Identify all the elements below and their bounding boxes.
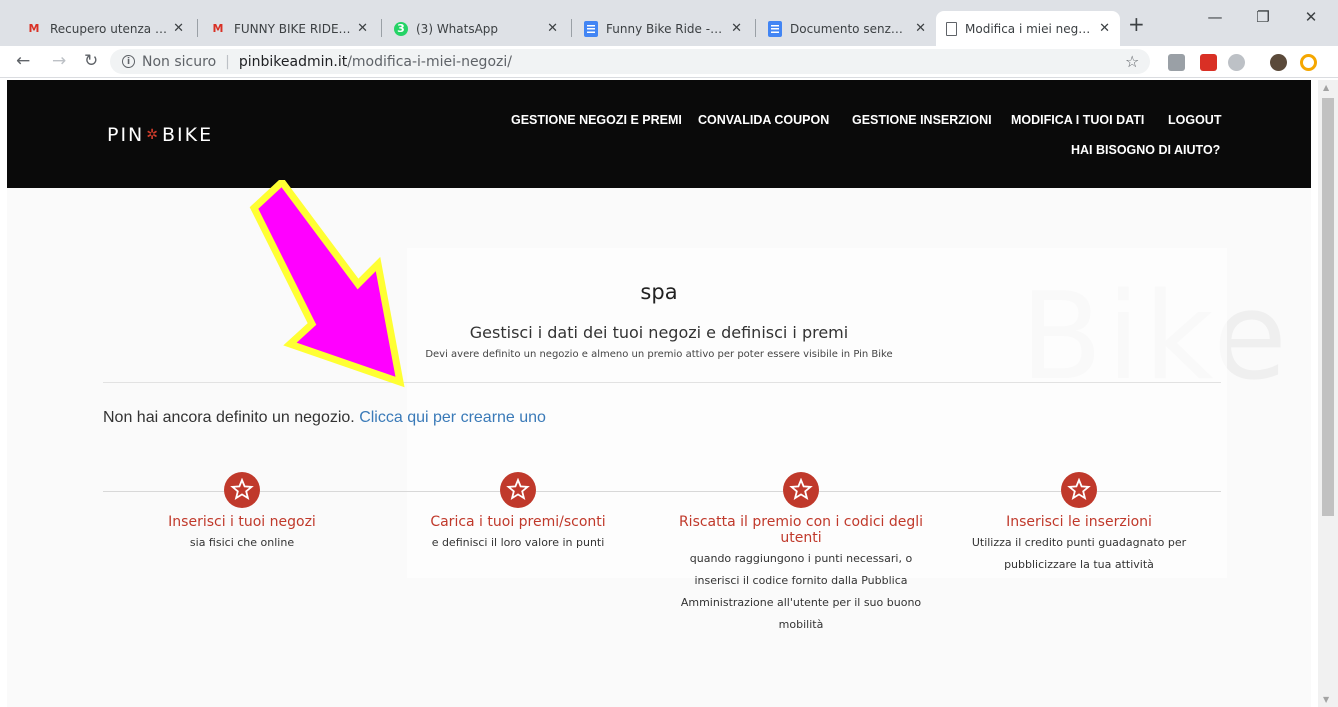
tab-title: (3) WhatsApp xyxy=(416,21,499,36)
tab-separator xyxy=(755,19,756,37)
security-label: Non sicuro xyxy=(142,53,217,70)
page-scrollbar[interactable]: ▲ ▼ xyxy=(1318,80,1338,707)
scroll-thumb[interactable] xyxy=(1322,98,1334,516)
browser-toolbar: ← → ↻ i Non sicuro | pinbikeadmin.it /mo… xyxy=(0,46,1338,78)
message-text: Non hai ancora definito un negozio. xyxy=(103,409,355,426)
nav-gestione-inserzioni[interactable]: GESTIONE INSERZIONI xyxy=(852,113,992,127)
url-host: pinbikeadmin.it xyxy=(238,53,348,70)
star-badge-icon xyxy=(783,472,819,508)
logo-text: PIN xyxy=(107,124,145,146)
window-close-icon[interactable]: ✕ xyxy=(1296,8,1326,26)
step-item: Inserisci le inserzioni Utilizza il cred… xyxy=(939,472,1219,576)
info-icon[interactable]: i xyxy=(122,55,135,68)
nav-gestione-negozi[interactable]: GESTIONE NEGOZI E PREMI xyxy=(511,113,682,127)
pinbike-logo[interactable]: PIN ✲ BIKE xyxy=(107,124,213,146)
star-badge-icon xyxy=(224,472,260,508)
nav-logout[interactable]: LOGOUT xyxy=(1168,113,1221,127)
gmail-icon: M xyxy=(212,22,224,35)
extension-icon[interactable] xyxy=(1300,54,1317,71)
bookmark-star-icon[interactable]: ☆ xyxy=(1125,52,1139,71)
browser-tab[interactable]: 3 (3) WhatsApp ✕ xyxy=(384,11,568,46)
close-tab-icon[interactable]: ✕ xyxy=(915,21,926,36)
gmail-icon: M xyxy=(28,22,40,35)
step-description: sia fisici che online xyxy=(189,536,295,549)
tab-title: Modifica i miei negozi - xyxy=(965,21,1094,36)
tab-title: Recupero utenza e pass xyxy=(50,21,167,36)
close-tab-icon[interactable]: ✕ xyxy=(547,21,558,36)
scroll-up-icon[interactable]: ▲ xyxy=(1323,83,1329,92)
docs-icon xyxy=(584,20,598,37)
main-content: Bike spa Gestisci i dati dei tuoi negozi… xyxy=(7,188,1311,707)
step-item: Riscatta il premio con i codici degli ut… xyxy=(661,472,941,636)
tab-separator xyxy=(381,19,382,37)
page-note: Devi avere definito un negozio e almeno … xyxy=(425,349,893,360)
empty-state-message: Non hai ancora definito un negozio. Clic… xyxy=(103,409,546,427)
nav-aiuto[interactable]: HAI BISOGNO DI AIUTO? xyxy=(1071,143,1220,157)
star-badge-icon xyxy=(500,472,536,508)
page-subtitle: Gestisci i dati dei tuoi negozi e defini… xyxy=(469,323,849,342)
step-title: Riscatta il premio con i codici degli ut… xyxy=(678,514,924,546)
step-title: Inserisci i tuoi negozi xyxy=(168,514,316,530)
scroll-down-icon[interactable]: ▼ xyxy=(1323,695,1329,704)
forward-arrow-icon[interactable]: → xyxy=(52,51,66,71)
tab-title: Documento senza titolo xyxy=(790,21,909,36)
reload-icon[interactable]: ↻ xyxy=(84,51,98,71)
url-path: /modifica-i-miei-negozi/ xyxy=(347,53,512,70)
close-tab-icon[interactable]: ✕ xyxy=(731,21,742,36)
tab-title: FUNNY BIKE RIDE - pin xyxy=(234,21,351,36)
tab-separator xyxy=(197,19,198,37)
address-bar[interactable]: i Non sicuro | pinbikeadmin.it /modifica… xyxy=(110,49,1150,74)
step-title: Carica i tuoi premi/sconti xyxy=(430,514,606,530)
browser-tab[interactable]: M FUNNY BIKE RIDE - pin ✕ xyxy=(200,11,378,46)
close-tab-icon[interactable]: ✕ xyxy=(357,21,368,36)
site-header: PIN ✲ BIKE GESTIONE NEGOZI E PREMI CONVALI… xyxy=(7,80,1311,188)
step-description: Utilizza il credito punti guadagnato per… xyxy=(971,536,1187,571)
logo-text: BIKE xyxy=(162,124,214,146)
browser-tab[interactable]: Documento senza titolo ✕ xyxy=(758,11,936,46)
docs-icon xyxy=(768,20,782,37)
step-item: Inserisci i tuoi negozi sia fisici che o… xyxy=(102,472,382,554)
url-separator: | xyxy=(225,53,230,70)
step-item: Carica i tuoi premi/sconti e definisci i… xyxy=(378,472,658,554)
restore-icon[interactable]: ❐ xyxy=(1248,8,1278,26)
page-icon xyxy=(946,21,957,36)
extension-icon[interactable] xyxy=(1228,54,1245,71)
create-shop-link[interactable]: Clicca qui per crearne uno xyxy=(359,409,546,426)
close-tab-icon[interactable]: ✕ xyxy=(1099,21,1110,36)
step-description: quando raggiungono i punti necessari, o … xyxy=(680,552,922,631)
minimize-icon[interactable]: — xyxy=(1200,8,1230,26)
profile-avatar[interactable] xyxy=(1270,54,1287,71)
step-description: e definisci il loro valore in punti xyxy=(431,536,605,549)
browser-tab-bar: M Recupero utenza e pass ✕ M FUNNY BIKE … xyxy=(0,0,1338,46)
tab-title: Funny Bike Ride - Milan xyxy=(606,21,725,36)
close-tab-icon[interactable]: ✕ xyxy=(173,21,184,36)
extension-icon[interactable] xyxy=(1200,54,1217,71)
nav-modifica-dati[interactable]: MODIFICA I TUOI DATI xyxy=(1011,113,1144,127)
star-badge-icon xyxy=(1061,472,1097,508)
annotation-arrow-icon xyxy=(249,180,405,388)
browser-tab[interactable]: Funny Bike Ride - Milan ✕ xyxy=(574,11,752,46)
page-title: spa xyxy=(640,280,678,304)
star-logo-icon: ✲ xyxy=(146,127,161,143)
whatsapp-icon: 3 xyxy=(394,21,408,36)
browser-tab[interactable]: M Recupero utenza e pass ✕ xyxy=(16,11,194,46)
back-arrow-icon[interactable]: ← xyxy=(16,51,30,71)
tab-separator xyxy=(571,19,572,37)
nav-convalida-coupon[interactable]: CONVALIDA COUPON xyxy=(698,113,829,127)
browser-tab-active[interactable]: Modifica i miei negozi - ✕ xyxy=(936,11,1120,46)
new-tab-icon[interactable]: + xyxy=(1128,12,1145,36)
step-title: Inserisci le inserzioni xyxy=(1006,514,1152,530)
extension-icon[interactable] xyxy=(1168,54,1185,71)
